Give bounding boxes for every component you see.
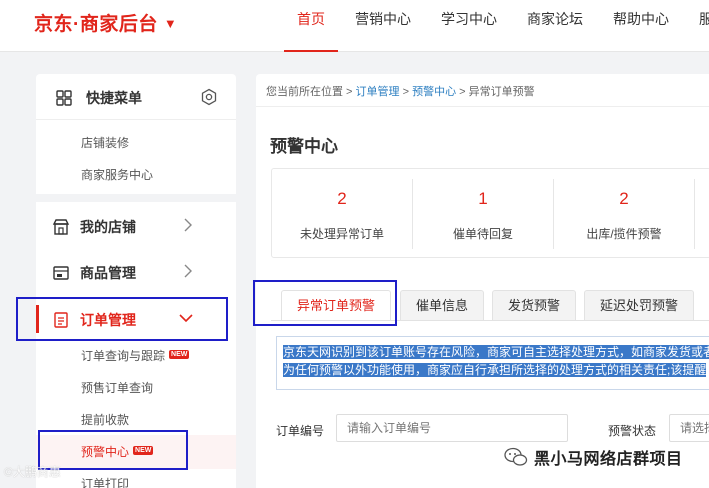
nav-learning[interactable]: 学习中心 bbox=[426, 0, 512, 52]
stat-label: 催单待回复 bbox=[452, 227, 513, 241]
breadcrumb-prefix: 您当前所在位置 > bbox=[266, 86, 356, 98]
sidebar-item-order-query[interactable]: 订单查询与跟踪 NEW bbox=[81, 347, 190, 364]
gear-icon[interactable] bbox=[200, 88, 218, 106]
main-nav: 首页 营销中心 学习中心 商家论坛 帮助中心 服 bbox=[282, 0, 709, 52]
stats-panel: 2 未处理异常订单 1 催单待回复 2 出库/揽件预警 bbox=[271, 168, 709, 258]
quick-menu-title: 快捷菜单 bbox=[86, 90, 142, 106]
order-number-input[interactable] bbox=[336, 414, 568, 442]
watermark-text: 黑小马网络店群项目 bbox=[534, 451, 683, 468]
breadcrumb-current: > 异常订单预警 bbox=[456, 86, 535, 98]
annotation-box-order-management bbox=[16, 297, 228, 341]
new-badge: NEW bbox=[169, 350, 190, 359]
nav-marketing[interactable]: 营销中心 bbox=[340, 0, 426, 52]
stat-reminder-pending[interactable]: 1 催单待回复 bbox=[413, 169, 553, 257]
grid-menu-icon bbox=[56, 90, 72, 106]
product-icon bbox=[53, 266, 69, 280]
top-navigation-bar: 京东·商家后台 ▼ 首页 营销中心 学习中心 商家论坛 帮助中心 服 bbox=[0, 0, 709, 52]
quick-item-shop-decoration[interactable]: 店铺装修 bbox=[81, 134, 129, 151]
logo-dropdown-icon[interactable]: ▼ bbox=[164, 16, 177, 31]
breadcrumb-order-management[interactable]: 订单管理 bbox=[356, 86, 400, 98]
breadcrumb-divider bbox=[256, 106, 709, 107]
stat-shipping-warning[interactable]: 2 出库/揽件预警 bbox=[554, 169, 694, 257]
tab-reminder-info[interactable]: 催单信息 bbox=[400, 290, 484, 320]
watermark-left: ©大鹏商惠 bbox=[4, 465, 61, 479]
nav-forum[interactable]: 商家论坛 bbox=[512, 0, 598, 52]
page-title: 预警中心 bbox=[270, 137, 338, 156]
tab-delay-penalty-warning[interactable]: 延迟处罚预警 bbox=[584, 290, 694, 320]
stat-divider bbox=[694, 179, 695, 249]
annotation-box-abnormal-tab bbox=[253, 280, 397, 326]
stat-label: 未处理异常订单 bbox=[299, 227, 384, 241]
sidebar-group-product-management[interactable]: 商品管理 bbox=[36, 250, 236, 294]
wechat-icon bbox=[504, 447, 528, 466]
jd-merchant-logo[interactable]: 京东·商家后台 ▼ bbox=[34, 9, 177, 36]
stat-label: 出库/揽件预警 bbox=[586, 227, 662, 241]
breadcrumb-warning-center[interactable]: 预警中心 bbox=[412, 86, 456, 98]
chevron-right-icon bbox=[184, 264, 192, 278]
sidebar-item-presale-orders[interactable]: 预售订单查询 bbox=[81, 379, 153, 396]
sidebar-item-order-print[interactable]: 订单打印 bbox=[81, 475, 129, 488]
warning-status-select[interactable] bbox=[669, 414, 709, 442]
sidebar-group-label: 我的店铺 bbox=[80, 219, 136, 235]
tab-shipping-warning[interactable]: 发货预警 bbox=[492, 290, 576, 320]
quick-menu-header: 快捷菜单 bbox=[36, 74, 236, 120]
nav-home[interactable]: 首页 bbox=[282, 0, 340, 52]
quick-item-merchant-service[interactable]: 商家服务中心 bbox=[81, 166, 153, 183]
breadcrumb-separator: > bbox=[399, 86, 413, 98]
chevron-right-icon bbox=[184, 218, 192, 232]
sidebar-item-advance-payment[interactable]: 提前收款 bbox=[81, 411, 129, 428]
order-number-label: 订单编号 bbox=[276, 424, 325, 438]
sidebar: 快捷菜单 店铺装修 商家服务中心 我的店铺 商品管理 订单管理 订单查询与跟踪 … bbox=[36, 74, 236, 488]
stat-value: 2 bbox=[337, 189, 347, 208]
stat-value: 2 bbox=[619, 189, 629, 208]
notice-line-1: 京东天网识别到该订单账号存在风险，商家可自主选择处理方式，如商家发货或者 bbox=[283, 345, 709, 359]
shop-icon bbox=[52, 219, 70, 235]
risk-notice: 京东天网识别到该订单账号存在风险，商家可自主选择处理方式，如商家发货或者 为任何… bbox=[276, 336, 709, 390]
stat-value: 1 bbox=[478, 189, 488, 208]
notice-text: 京东天网识别到该订单账号存在风险，商家可自主选择处理方式，如商家发货或者 为任何… bbox=[283, 343, 709, 379]
logo-text: 京东·商家后台 bbox=[34, 14, 158, 35]
sidebar-group-label: 商品管理 bbox=[80, 265, 136, 281]
sidebar-group-my-shop[interactable]: 我的店铺 bbox=[36, 204, 236, 248]
nav-help[interactable]: 帮助中心 bbox=[598, 0, 684, 52]
notice-line-2: 为任何预警以外功能使用，商家应自行承担所选择的处理方式的相关责任;该提醒 bbox=[283, 363, 707, 377]
sidebar-item-label: 订单查询与跟踪 bbox=[81, 349, 166, 363]
breadcrumb: 您当前所在位置 > 订单管理 > 预警中心 > 异常订单预警 bbox=[266, 83, 535, 99]
nav-service[interactable]: 服 bbox=[684, 0, 709, 52]
warning-status-label: 预警状态 bbox=[608, 424, 657, 438]
sidebar-divider bbox=[36, 194, 236, 202]
stat-unprocessed-abnormal[interactable]: 2 未处理异常订单 bbox=[272, 169, 412, 257]
